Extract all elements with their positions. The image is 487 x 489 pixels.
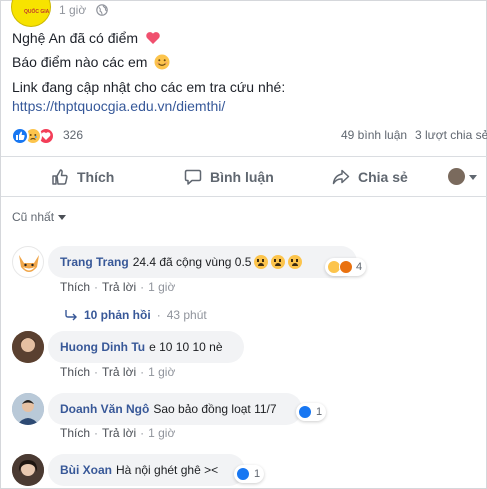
comment-like-link[interactable]: Thích [60, 280, 90, 294]
avatar[interactable] [12, 246, 44, 278]
reply-arrow-icon [65, 310, 77, 321]
share-button[interactable]: Chia sẻ [332, 167, 408, 187]
comment-bubble: Doanh Văn Ngô Sao bảo đồng loạt 11/7 [48, 393, 302, 425]
smile-emoji-icon [154, 54, 170, 70]
post-text-line-3: Link đang cập nhật cho các em tra cứu nh… [12, 79, 286, 95]
comment-reaction-count: 4 [356, 261, 363, 273]
comment-sort-dropdown[interactable]: Cũ nhất [12, 210, 67, 224]
replies-time: 43 phút [166, 308, 207, 322]
comment-reply-link[interactable]: Trả lời [102, 426, 136, 440]
comment-text: e 10 10 10 nè [149, 340, 223, 354]
divider [1, 156, 487, 157]
separator-dot: · [94, 280, 99, 294]
comment-text: Sao bảo đồng loạt 11/7 [153, 402, 277, 416]
thumbs-up-icon [52, 169, 68, 185]
person-avatar-icon [12, 393, 44, 425]
comment-bubble: Trang Trang 24.4 đã cộng vùng 0.5 [48, 246, 357, 278]
fox-avatar-icon [19, 255, 39, 272]
comment-author[interactable]: Trang Trang [60, 255, 129, 269]
separator-dot: · [140, 426, 145, 440]
shares-count[interactable]: 3 lượt chia sẻ [415, 128, 487, 142]
comment-text: 24.4 đã cộng vùng 0.5 [132, 255, 252, 269]
page-avatar[interactable]: QUỐC GIA [11, 0, 51, 27]
comments-count[interactable]: 49 bình luận [341, 128, 407, 142]
tired-face-emoji-icon [288, 255, 303, 269]
comment-reaction-count: 1 [316, 406, 323, 418]
globe-icon [96, 4, 108, 16]
comment-author[interactable]: Huong Dinh Tu [60, 340, 145, 354]
comment-time[interactable]: 1 giờ [148, 280, 175, 294]
post-time[interactable]: 1 giờ [59, 3, 86, 17]
view-replies-link[interactable]: 10 phản hồi · 43 phút [64, 308, 207, 322]
tired-face-emoji-icon [271, 255, 286, 269]
reaction-count[interactable]: 326 [63, 128, 83, 142]
comment-reactions[interactable]: 1 [296, 403, 327, 421]
comment-reaction-count: 1 [254, 468, 261, 480]
tired-face-emoji-icon [254, 255, 269, 269]
share-icon [332, 169, 350, 185]
like-react-icon [236, 467, 250, 481]
person-avatar-icon [12, 454, 44, 486]
comment-author[interactable]: Bùi Xoan [60, 463, 112, 477]
chevron-down-icon [58, 214, 67, 220]
share-as-avatar[interactable] [448, 168, 465, 185]
like-react-icon [11, 127, 29, 145]
post-text-line-2: Báo điểm nào các em [12, 54, 170, 70]
comment-actions: Thích · Trả lời · 1 giờ [60, 426, 175, 440]
comment-bubble: Bùi Xoan Hà nội ghét ghê >< [48, 454, 245, 486]
comment-text: Hà nội ghét ghê >< [116, 463, 219, 477]
comment-actions: Thích · Trả lời · 1 giờ [60, 365, 175, 379]
chevron-down-icon[interactable] [469, 175, 477, 180]
avatar[interactable] [12, 454, 44, 486]
post-link[interactable]: https://thptquocgia.edu.vn/diemthi/ [12, 98, 225, 114]
comment-reply-link[interactable]: Trả lời [102, 280, 136, 294]
comment-time[interactable]: 1 giờ [148, 365, 175, 379]
separator-dot: · [140, 365, 145, 379]
comment-actions: Thích · Trả lời · 1 giờ [60, 280, 175, 294]
separator-dot: · [94, 365, 99, 379]
replies-count: 10 phản hồi [84, 308, 151, 322]
comment-like-link[interactable]: Thích [60, 365, 90, 379]
comment-button-label: Bình luận [210, 169, 274, 185]
person-avatar-icon [12, 331, 44, 363]
comment-bubble: Huong Dinh Tu e 10 10 10 nè [48, 331, 244, 363]
comment-time[interactable]: 1 giờ [148, 426, 175, 440]
divider [1, 196, 487, 197]
comment-button[interactable]: Bình luận [184, 167, 274, 187]
comment-reactions[interactable]: 4 [325, 258, 367, 276]
separator-dot: · [94, 426, 99, 440]
like-button[interactable]: Thích [51, 167, 114, 187]
heart-emoji-icon [146, 32, 160, 44]
avatar[interactable] [12, 331, 44, 363]
comment-like-link[interactable]: Thích [60, 426, 90, 440]
like-react-icon [298, 405, 312, 419]
avatar[interactable] [12, 393, 44, 425]
separator-dot: · [140, 280, 145, 294]
page-logo-text: QUỐC GIA [24, 9, 50, 15]
comment-author[interactable]: Doanh Văn Ngô [60, 402, 149, 416]
separator-dot: · [156, 308, 161, 322]
angry-react-icon [339, 260, 353, 274]
like-button-label: Thích [77, 169, 115, 185]
comment-reactions[interactable]: 1 [234, 465, 265, 483]
comment-icon [184, 169, 202, 185]
post-text-line-1: Nghệ An đã có điểm [12, 30, 161, 46]
comment-reply-link[interactable]: Trả lời [102, 365, 136, 379]
comment-sort-label: Cũ nhất [12, 210, 55, 224]
share-button-label: Chia sẻ [358, 169, 408, 185]
